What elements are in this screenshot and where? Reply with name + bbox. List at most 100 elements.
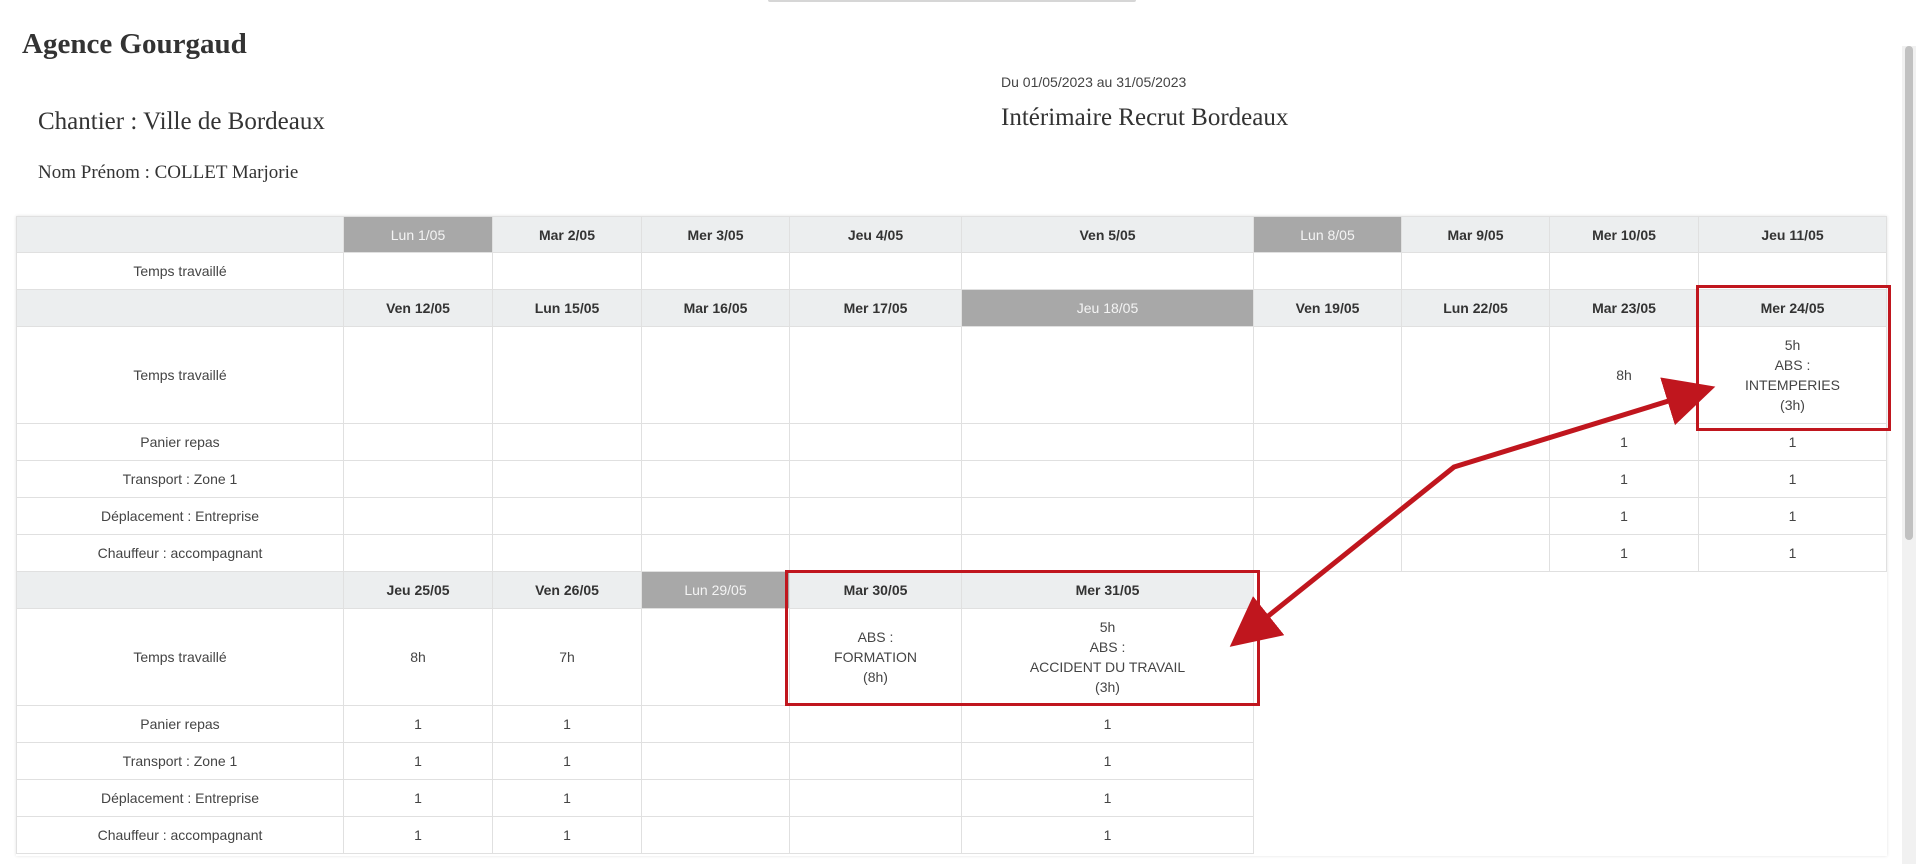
day-header: Jeu 4/05 <box>790 216 962 253</box>
cell-panier <box>642 706 790 743</box>
cell-chauffeur: 1 <box>1699 535 1887 572</box>
cell-panier <box>493 424 642 461</box>
day-header: Mar 9/05 <box>1402 216 1550 253</box>
cell-temps: 8h <box>1550 327 1699 424</box>
day-header: Jeu 11/05 <box>1699 216 1887 253</box>
cell-temps <box>642 327 790 424</box>
day-header: Mar 23/05 <box>1550 290 1699 327</box>
cell-deplacement: 1 <box>1550 498 1699 535</box>
day-header: Mar 16/05 <box>642 290 790 327</box>
cell-temps <box>1402 253 1550 290</box>
cell-panier <box>962 424 1254 461</box>
cell-panier <box>1402 424 1550 461</box>
cell-transport <box>344 461 493 498</box>
temp-agency-name: Intérimaire Recrut Bordeaux <box>1001 104 1289 131</box>
day-header: Lun 22/05 <box>1402 290 1550 327</box>
day-header: Ven 19/05 <box>1254 290 1402 327</box>
row-label-panier: Panier repas <box>16 424 344 461</box>
cell-temps: 7h <box>493 609 642 706</box>
row-label-chauffeur: Chauffeur : accompagnant <box>16 535 344 572</box>
cell-temps <box>493 327 642 424</box>
cell-chauffeur: 1 <box>344 817 493 854</box>
cell-temps <box>962 253 1254 290</box>
cell-chauffeur <box>344 535 493 572</box>
cell-temps: 5h ABS : INTEMPERIES (3h) <box>1699 327 1887 424</box>
day-header: Mar 30/05 <box>790 572 962 609</box>
day-header: Mer 3/05 <box>642 216 790 253</box>
cell-transport <box>642 743 790 780</box>
cell-temps <box>1402 327 1550 424</box>
cell-deplacement <box>1254 498 1402 535</box>
day-header: Mer 10/05 <box>1550 216 1699 253</box>
cell-chauffeur: 1 <box>493 817 642 854</box>
day-header: Ven 12/05 <box>344 290 493 327</box>
cell-temps: ABS : FORMATION (8h) <box>790 609 962 706</box>
cell-panier <box>790 706 962 743</box>
cell-chauffeur <box>962 535 1254 572</box>
cell-temps <box>1550 253 1699 290</box>
row-label-temps: Temps travaillé <box>16 609 344 706</box>
cell-deplacement <box>790 498 962 535</box>
cell-chauffeur: 1 <box>1550 535 1699 572</box>
cell-temps <box>1254 327 1402 424</box>
row-label-deplacement: Déplacement : Entreprise <box>16 780 344 817</box>
row-label-temps: Temps travaillé <box>16 327 344 424</box>
cell-deplacement <box>790 780 962 817</box>
chantier-title: Chantier : Ville de Bordeaux <box>38 108 325 135</box>
cell-chauffeur: 1 <box>962 817 1254 854</box>
cell-chauffeur <box>642 535 790 572</box>
cell-chauffeur <box>1402 535 1550 572</box>
cell-deplacement <box>962 498 1254 535</box>
cell-transport: 1 <box>1550 461 1699 498</box>
row-label-transport: Transport : Zone 1 <box>16 461 344 498</box>
agency-title: Agence Gourgaud <box>22 28 247 60</box>
cell-transport <box>642 461 790 498</box>
cell-temps: 5h ABS : ACCIDENT DU TRAVAIL (3h) <box>962 609 1254 706</box>
cell-transport <box>1254 461 1402 498</box>
cell-deplacement: 1 <box>493 780 642 817</box>
cell-panier <box>790 424 962 461</box>
cell-panier: 1 <box>493 706 642 743</box>
cell-chauffeur <box>790 817 962 854</box>
cell-transport <box>493 461 642 498</box>
cell-deplacement <box>642 780 790 817</box>
cell-transport: 1 <box>493 743 642 780</box>
day-header: Mer 17/05 <box>790 290 962 327</box>
cell-transport: 1 <box>1699 461 1887 498</box>
row-label-temps: Temps travaillé <box>16 253 344 290</box>
cell-panier: 1 <box>962 706 1254 743</box>
day-header: Lun 8/05 <box>1254 216 1402 253</box>
cell-deplacement <box>493 498 642 535</box>
cell-transport <box>790 461 962 498</box>
cell-transport: 1 <box>962 743 1254 780</box>
day-header: Mar 2/05 <box>493 216 642 253</box>
cell-deplacement: 1 <box>344 780 493 817</box>
cell-chauffeur <box>493 535 642 572</box>
cell-panier: 1 <box>344 706 493 743</box>
scrollbar-thumb[interactable] <box>1905 46 1913 540</box>
week-header-corner <box>16 216 344 253</box>
day-header: Lun 29/05 <box>642 572 790 609</box>
cell-temps <box>790 253 962 290</box>
row-label-transport: Transport : Zone 1 <box>16 743 344 780</box>
day-header: Lun 15/05 <box>493 290 642 327</box>
cell-panier <box>1254 424 1402 461</box>
cell-panier: 1 <box>1699 424 1887 461</box>
cell-deplacement <box>344 498 493 535</box>
cell-transport: 1 <box>344 743 493 780</box>
cell-transport <box>962 461 1254 498</box>
cell-temps <box>1699 253 1887 290</box>
day-header: Lun 1/05 <box>344 216 493 253</box>
timesheet-grid-body: Lun 1/05 Mar 2/05 Mer 3/05 Jeu 4/05 Ven 5/05… <box>16 216 1887 856</box>
cell-temps <box>344 327 493 424</box>
cell-panier <box>642 424 790 461</box>
cell-temps <box>344 253 493 290</box>
cell-chauffeur <box>1254 535 1402 572</box>
timesheet-grid: Lun 1/05 Mar 2/05 Mer 3/05 Jeu 4/05 Ven 5/05… <box>16 216 1887 856</box>
cell-deplacement: 1 <box>962 780 1254 817</box>
period-range: Du 01/05/2023 au 31/05/2023 <box>1001 74 1187 90</box>
week-header-corner <box>16 290 344 327</box>
row-label-panier: Panier repas <box>16 706 344 743</box>
person-name: Nom Prénom : COLLET Marjorie <box>38 162 299 183</box>
cell-transport <box>790 743 962 780</box>
